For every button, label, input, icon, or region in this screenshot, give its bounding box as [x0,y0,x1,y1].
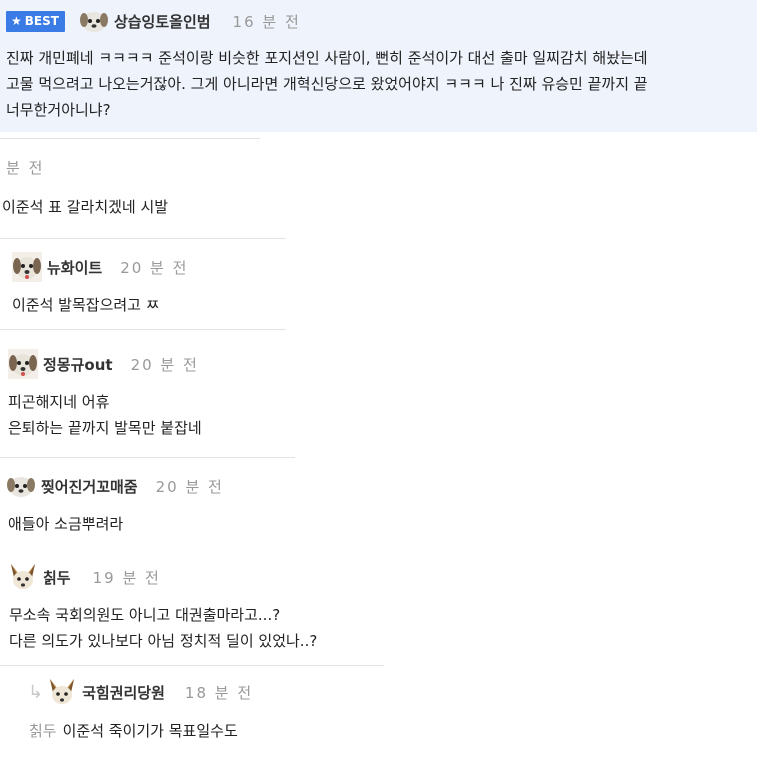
best-time: 16 분 전 [232,12,301,31]
reply-text: 칡두 이준석 죽이기가 목표일수도 [29,718,238,744]
comment-time: 20 분 전 [155,477,224,496]
best-badge: ★ BEST [6,10,65,32]
text-line: 이준석 표 갈라치겠네 시발 [2,198,169,216]
divider [0,329,286,330]
comment-time: 20 분 전 [120,258,189,277]
comment-time: 19 분 전 [92,568,161,587]
text-line: 고물 먹으려고 나오는거잖아. 그게 아니라면 개혁신당으로 왔었어야지 ㅋㅋㅋ… [6,75,648,93]
best-comment-text: 진짜 개민폐네 ㅋㅋㅋㅋ 준석이랑 비슷한 포지션인 사람이, 뻔히 준석이가 … [6,45,648,123]
comment-text: 피곤해지네 어휴 은퇴하는 끝까지 발목만 붙잡네 [8,389,202,441]
fox-avatar-icon[interactable] [8,562,38,592]
divider [0,238,286,239]
text-line: 다른 의도가 있나보다 아님 정치적 딜이 있었나..? [9,632,318,650]
divider [0,665,384,666]
comment-meta: 정몽규out 20 분 전 [8,349,199,379]
reply-arrow-icon: ↳ [28,681,44,703]
best-badge-label: BEST [24,14,59,28]
comment-nickname[interactable]: 정몽규out [43,354,113,375]
best-comment: ★ BEST 상습잉토올인범 16 분 전 진짜 개민폐네 ㅋㅋㅋㅋ 준석이랑 … [0,0,757,132]
reply-time: 18 분 전 [184,683,254,702]
comment-text: 애들아 소금뿌려라 [8,511,123,537]
comment-nickname[interactable]: 뉴화이트 [47,257,102,278]
text-line: 피곤해지네 어휴 [8,393,110,411]
comment-meta: 찢어진거꼬매줌 20 분 전 [6,471,224,501]
comment-nickname[interactable]: 칡두 [43,567,71,588]
reply-meta: ↳ 국힘권리당원 18 분 전 [28,677,253,707]
text-line: 너무한거아니냐? [6,101,111,119]
comment-meta: 칡두 19 분 전 [8,562,161,592]
reply-mention[interactable]: 칡두 [29,722,57,740]
text-line: 진짜 개민폐네 ㅋㅋㅋㅋ 준석이랑 비슷한 포지션인 사람이, 뻔히 준석이가 … [6,49,648,67]
reply-nickname[interactable]: 국힘권리당원 [82,682,165,703]
best-nickname[interactable]: 상습잉토올인범 [114,11,211,32]
comment-text: 무소속 국회의원도 아니고 대권출마라고...? 다른 의도가 있나보다 아님 … [9,602,317,654]
comment-meta: 분 전 [6,157,44,178]
comment-text: 이준석 발목잡으려고 ㅉ [12,292,160,318]
text-line: 무소속 국회의원도 아니고 대권출마라고...? [9,606,281,624]
text-line: 은퇴하는 끝까지 발목만 붙잡네 [8,419,202,437]
comment-time: 20 분 전 [130,355,199,374]
comment-time: 분 전 [6,159,45,177]
reply-body: 이준석 죽이기가 목표일수도 [62,722,238,740]
divider [0,138,260,139]
comment-nickname[interactable]: 찢어진거꼬매줌 [41,476,138,497]
comment-text: 이준석 표 갈라치겠네 시발 [2,194,168,220]
star-icon: ★ [11,14,22,28]
comment-meta: 뉴화이트 20 분 전 [12,252,188,282]
puppy-avatar-icon[interactable] [8,349,38,379]
puppy-avatar-icon[interactable] [6,471,36,501]
best-comment-meta: ★ BEST 상습잉토올인범 16 분 전 [6,6,301,36]
text-line: 애들아 소금뿌려라 [8,515,124,533]
puppy-avatar-icon[interactable] [12,252,42,282]
puppy-avatar-icon[interactable] [79,6,109,36]
fox-avatar-icon[interactable] [47,677,77,707]
divider [0,457,295,458]
text-line: 이준석 발목잡으려고 ㅉ [12,296,160,314]
